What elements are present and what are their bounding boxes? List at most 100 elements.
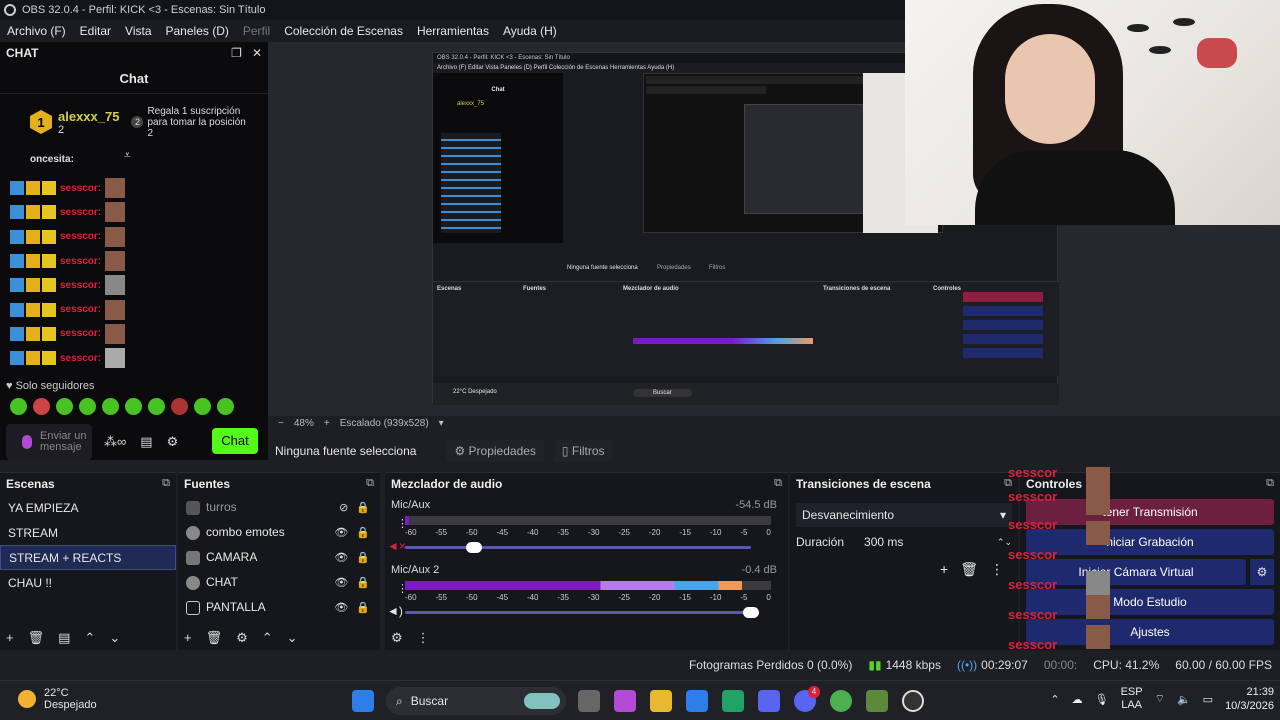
stepper-icon[interactable]: ⌃⌄ — [997, 537, 1012, 548]
muted-speaker-icon[interactable]: ◄× — [387, 539, 406, 553]
menu-paneles[interactable]: Paneles (D) — [159, 24, 236, 38]
scale-dropdown-icon[interactable]: ▾ — [439, 418, 444, 429]
chat-input[interactable]: Enviar un mensaje — [6, 424, 92, 460]
scene-item[interactable]: STREAM — [0, 520, 176, 545]
scene-item[interactable]: CHAU !! — [0, 570, 176, 595]
eye-icon[interactable]: 👁 — [334, 551, 348, 564]
language-indicator[interactable]: ESP LAA — [1121, 686, 1143, 712]
emote-icon[interactable] — [33, 398, 50, 415]
expand-chevron-icon[interactable]: ⩡ — [124, 148, 131, 163]
virtual-camera-settings-icon[interactable]: ⚙ — [1250, 559, 1274, 585]
mic-icon[interactable] — [22, 435, 32, 449]
down-icon[interactable]: ⌄ — [287, 630, 298, 646]
scene-item-selected[interactable]: STREAM + REACTS — [0, 545, 176, 570]
emote-icon[interactable] — [102, 398, 119, 415]
chat-username[interactable]: sesscor: — [60, 304, 101, 315]
wifi-icon[interactable]: ⌔ — [1155, 692, 1165, 706]
menu-vista[interactable]: Vista — [118, 24, 158, 38]
source-item[interactable]: turros ⊘ 🔒 — [178, 495, 380, 520]
eye-icon[interactable]: 👁 — [334, 576, 348, 589]
settings-button[interactable]: Ajustes — [1026, 619, 1274, 645]
menu-ayuda[interactable]: Ayuda (H) — [496, 24, 564, 38]
up-icon[interactable]: ⌃ — [84, 630, 95, 646]
duration-input[interactable]: 300 ms — [864, 535, 903, 549]
menu-archivo[interactable]: Archivo (F) — [0, 24, 73, 38]
emote-icon[interactable] — [171, 398, 188, 415]
gift-prompt[interactable]: 2 Regala 1 suscripción para tomar la pos… — [131, 106, 251, 139]
discord-badge-icon[interactable]: 4 — [794, 686, 820, 712]
zoom-out-button[interactable]: − — [278, 418, 284, 429]
chat-username[interactable]: sesscor: — [60, 328, 101, 339]
lock-icon[interactable]: 🔒 — [356, 551, 370, 564]
emote-icon[interactable] — [79, 398, 96, 415]
volume-slider[interactable] — [405, 607, 759, 618]
scene-item[interactable]: YA EMPIEZA — [0, 495, 176, 520]
store-icon[interactable]: ▤ — [140, 434, 152, 450]
emote-icon[interactable] — [10, 398, 27, 415]
scale-mode[interactable]: Escalado (939x528) — [340, 418, 429, 429]
advanced-audio-icon[interactable]: ⚙ — [391, 630, 403, 646]
chat-username[interactable]: sesscor: — [60, 280, 101, 291]
menu-editar[interactable]: Editar — [73, 24, 118, 38]
menu-perfil[interactable]: Perfil — [236, 24, 277, 38]
slider-knob[interactable] — [743, 607, 759, 618]
trash-icon[interactable]: 🗑 — [960, 561, 978, 578]
undock-icon[interactable]: ⧉ — [366, 477, 374, 491]
menu-herramientas[interactable]: Herramientas — [410, 24, 496, 38]
menu-dots-icon[interactable]: ⋮ — [990, 561, 1004, 578]
taskbar-search[interactable]: ⌕ Buscar — [386, 687, 566, 715]
word-icon[interactable] — [686, 690, 708, 712]
file-explorer-icon[interactable] — [650, 690, 672, 712]
undock-icon[interactable]: ❐ — [231, 46, 242, 60]
trash-icon[interactable]: 🗑 — [206, 630, 223, 646]
onedrive-icon[interactable]: ☁ — [1072, 693, 1083, 706]
undock-icon[interactable]: ⧉ — [1266, 477, 1274, 491]
undock-icon[interactable]: ⧉ — [774, 477, 782, 491]
source-item[interactable]: combo emotes 👁 🔒 — [178, 520, 380, 545]
pinned-username[interactable]: alexxx_75 — [58, 109, 119, 124]
battery-icon[interactable]: ▭ — [1203, 693, 1213, 706]
volume-icon[interactable]: 🔈 — [1177, 693, 1191, 706]
minecraft-icon[interactable] — [866, 690, 888, 712]
hidden-eye-icon[interactable]: ⊘ — [339, 501, 348, 514]
emote-icon[interactable] — [148, 398, 165, 415]
filters-button[interactable]: ▯ Filtros — [553, 440, 613, 462]
excel-icon[interactable] — [722, 690, 744, 712]
menu-dots-icon[interactable]: ⋮ — [417, 630, 430, 646]
trash-icon[interactable]: 🗑 — [28, 630, 45, 646]
source-item[interactable]: CHAT 👁 🔒 — [178, 570, 380, 595]
chat-send-button[interactable]: Chat — [212, 428, 258, 454]
eye-icon[interactable]: 👁 — [334, 526, 348, 539]
lock-icon[interactable]: 🔒 — [356, 576, 370, 589]
chat-username[interactable]: sesscor: — [60, 207, 101, 218]
task-view-icon[interactable] — [578, 690, 600, 712]
chat-username[interactable]: sesscor: — [60, 231, 101, 242]
start-virtual-camera-button[interactable]: Iniciar Cámara Virtual — [1026, 559, 1246, 585]
chat-username[interactable]: sesscor: — [60, 256, 101, 267]
weather-widget[interactable]: 22°C Despejado — [18, 687, 97, 711]
menu-coleccion[interactable]: Colección de Escenas — [277, 24, 410, 38]
obs-icon[interactable] — [902, 690, 924, 712]
source-item[interactable]: CAMARA 👁 🔒 — [178, 545, 380, 570]
clock[interactable]: 21:39 10/3/2026 — [1225, 685, 1274, 713]
properties-button[interactable]: ⚙ Propiedades — [446, 440, 544, 462]
add-icon[interactable]: + — [184, 630, 192, 646]
tray-overflow-icon[interactable]: ⌃ — [1050, 693, 1059, 706]
emote-icon[interactable] — [125, 398, 142, 415]
add-icon[interactable]: + — [940, 561, 948, 578]
people-icon[interactable]: ⁂∞ — [104, 434, 126, 450]
emote-icon[interactable] — [56, 398, 73, 415]
start-recording-button[interactable]: niciar Grabación — [1026, 529, 1274, 555]
zoom-in-button[interactable]: + — [324, 418, 330, 429]
transition-select[interactable]: Desvanecimiento ▾ — [796, 503, 1012, 527]
undock-icon[interactable]: ⧉ — [162, 477, 170, 491]
microphone-icon[interactable]: 🎙 — [1095, 693, 1109, 706]
emote-icon[interactable] — [194, 398, 211, 415]
filter-icon[interactable]: ▤ — [58, 630, 70, 646]
close-icon[interactable]: ✕ — [252, 46, 262, 60]
chat-username[interactable]: sesscor: — [60, 353, 101, 364]
studio-mode-button[interactable]: Modo Estudio — [1026, 589, 1274, 615]
volume-slider[interactable] — [405, 542, 751, 553]
up-icon[interactable]: ⌃ — [262, 630, 273, 646]
down-icon[interactable]: ⌄ — [109, 630, 120, 646]
